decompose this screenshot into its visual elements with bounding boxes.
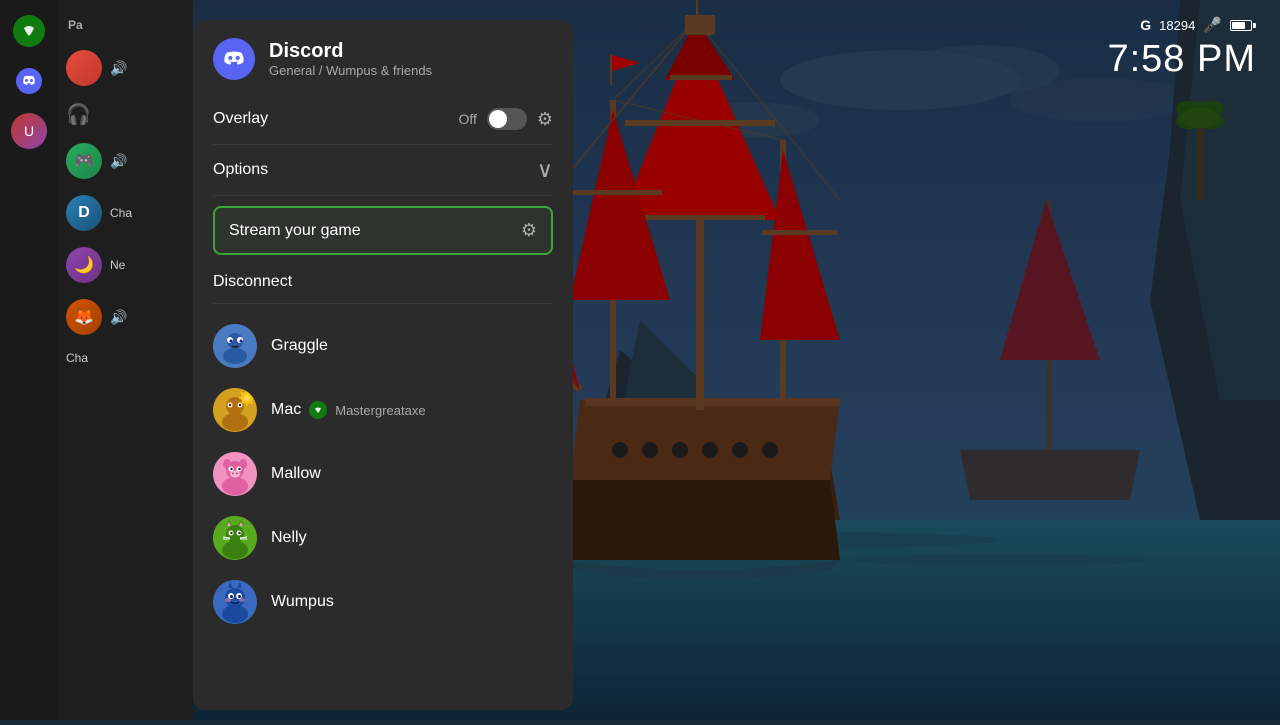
- overlay-toggle[interactable]: [487, 108, 527, 130]
- options-row[interactable]: Options ∨: [213, 145, 553, 196]
- member-info-wumpus: Wumpus: [271, 593, 334, 611]
- xbox-sidebar: U: [0, 0, 58, 720]
- channel-item-4[interactable]: 🌙 Ne: [58, 241, 193, 289]
- volume-icon-3: 🔊: [110, 309, 127, 326]
- overlay-setting-row: Overlay Off ⚙: [213, 94, 553, 145]
- sidebar-discord-icon[interactable]: [8, 60, 50, 102]
- xbox-platform-badge: [309, 401, 327, 419]
- channel-item-1[interactable]: 🔊: [58, 44, 193, 92]
- stream-gear-icon[interactable]: ⚙: [521, 220, 537, 241]
- overlay-gear-icon[interactable]: ⚙: [537, 109, 553, 130]
- chevron-down-icon: ∨: [537, 159, 553, 181]
- volume-icon-1: 🔊: [110, 60, 127, 77]
- member-list: Graggle: [213, 304, 553, 644]
- channel-item-5[interactable]: 🦊 🔊: [58, 293, 193, 341]
- member-avatar-wumpus: [213, 580, 257, 624]
- member-item-mallow[interactable]: Mallow: [213, 442, 553, 506]
- battery-icon: [1230, 20, 1256, 31]
- channel-name-cha: Cha: [110, 206, 132, 220]
- member-item-mac[interactable]: Mac Mastergreataxe: [213, 378, 553, 442]
- member-item-wumpus[interactable]: Wumpus: [213, 570, 553, 634]
- headphone-icon: 🎧: [66, 102, 91, 127]
- disconnect-button[interactable]: Disconnect: [213, 263, 553, 304]
- discord-title-group: Discord General / Wumpus & friends: [269, 40, 432, 78]
- channel-item-3[interactable]: D Cha: [58, 189, 193, 237]
- channel-sidebar: Pa 🔊 🎧 🎮 🔊 D Cha 🌙 Ne 🦊 🔊 Cha: [58, 0, 193, 720]
- discord-panel: Discord General / Wumpus & friends Overl…: [193, 20, 573, 710]
- channel-header: Pa: [58, 10, 193, 40]
- stream-game-label: Stream your game: [229, 222, 361, 240]
- member-name-nelly: Nelly: [271, 529, 307, 547]
- member-game-mac: Mastergreataxe: [335, 403, 425, 418]
- member-info-graggle: Graggle: [271, 337, 328, 355]
- member-info-mac: Mac Mastergreataxe: [271, 401, 426, 419]
- member-avatar-graggle: [213, 324, 257, 368]
- overlay-toggle-state: Off: [458, 111, 476, 127]
- member-avatar-mac: [213, 388, 257, 432]
- xbox-button[interactable]: [13, 15, 45, 47]
- channel-item-2[interactable]: 🎮 🔊: [58, 137, 193, 185]
- member-avatar-mallow: [213, 452, 257, 496]
- status-icons: G 18294 🎤: [1140, 16, 1256, 34]
- discord-header: Discord General / Wumpus & friends: [193, 20, 573, 94]
- stream-game-button[interactable]: Stream your game ⚙: [213, 206, 553, 255]
- sidebar-user-avatar[interactable]: U: [8, 110, 50, 152]
- toggle-knob: [489, 110, 507, 128]
- overlay-label: Overlay: [213, 110, 268, 128]
- status-bar: G 18294 🎤 7:58 PM: [1107, 16, 1256, 81]
- xbox-logo-button[interactable]: [8, 10, 50, 52]
- channel-name-ne: Ne: [110, 258, 125, 272]
- microphone-icon: 🎤: [1203, 16, 1222, 34]
- discord-body: Overlay Off ⚙ Options ∨ Stream your game…: [193, 94, 573, 710]
- member-name-mac: Mac: [271, 401, 301, 419]
- member-info-nelly: Nelly: [271, 529, 307, 547]
- channel-item-headphone[interactable]: 🎧: [58, 96, 193, 133]
- member-name-graggle: Graggle: [271, 337, 328, 355]
- member-avatar-nelly: [213, 516, 257, 560]
- channel-name-cha2: Cha: [66, 351, 88, 365]
- options-label: Options: [213, 161, 268, 179]
- channel-item-6[interactable]: Cha: [58, 345, 193, 371]
- discord-logo-icon: [213, 38, 255, 80]
- member-name-mallow: Mallow: [271, 465, 321, 483]
- score-value: 18294: [1159, 18, 1195, 33]
- member-name-wumpus: Wumpus: [271, 593, 334, 611]
- discord-app-name: Discord: [269, 40, 432, 63]
- member-info-mallow: Mallow: [271, 465, 321, 483]
- disconnect-label: Disconnect: [213, 273, 292, 290]
- member-item-nelly[interactable]: Nelly: [213, 506, 553, 570]
- discord-subtitle: General / Wumpus & friends: [269, 63, 432, 78]
- member-item-graggle[interactable]: Graggle: [213, 314, 553, 378]
- overlay-controls: Off ⚙: [458, 108, 553, 130]
- volume-icon-2: 🔊: [110, 153, 127, 170]
- g-icon: G: [1140, 17, 1151, 33]
- time-display: 7:58 PM: [1107, 38, 1256, 81]
